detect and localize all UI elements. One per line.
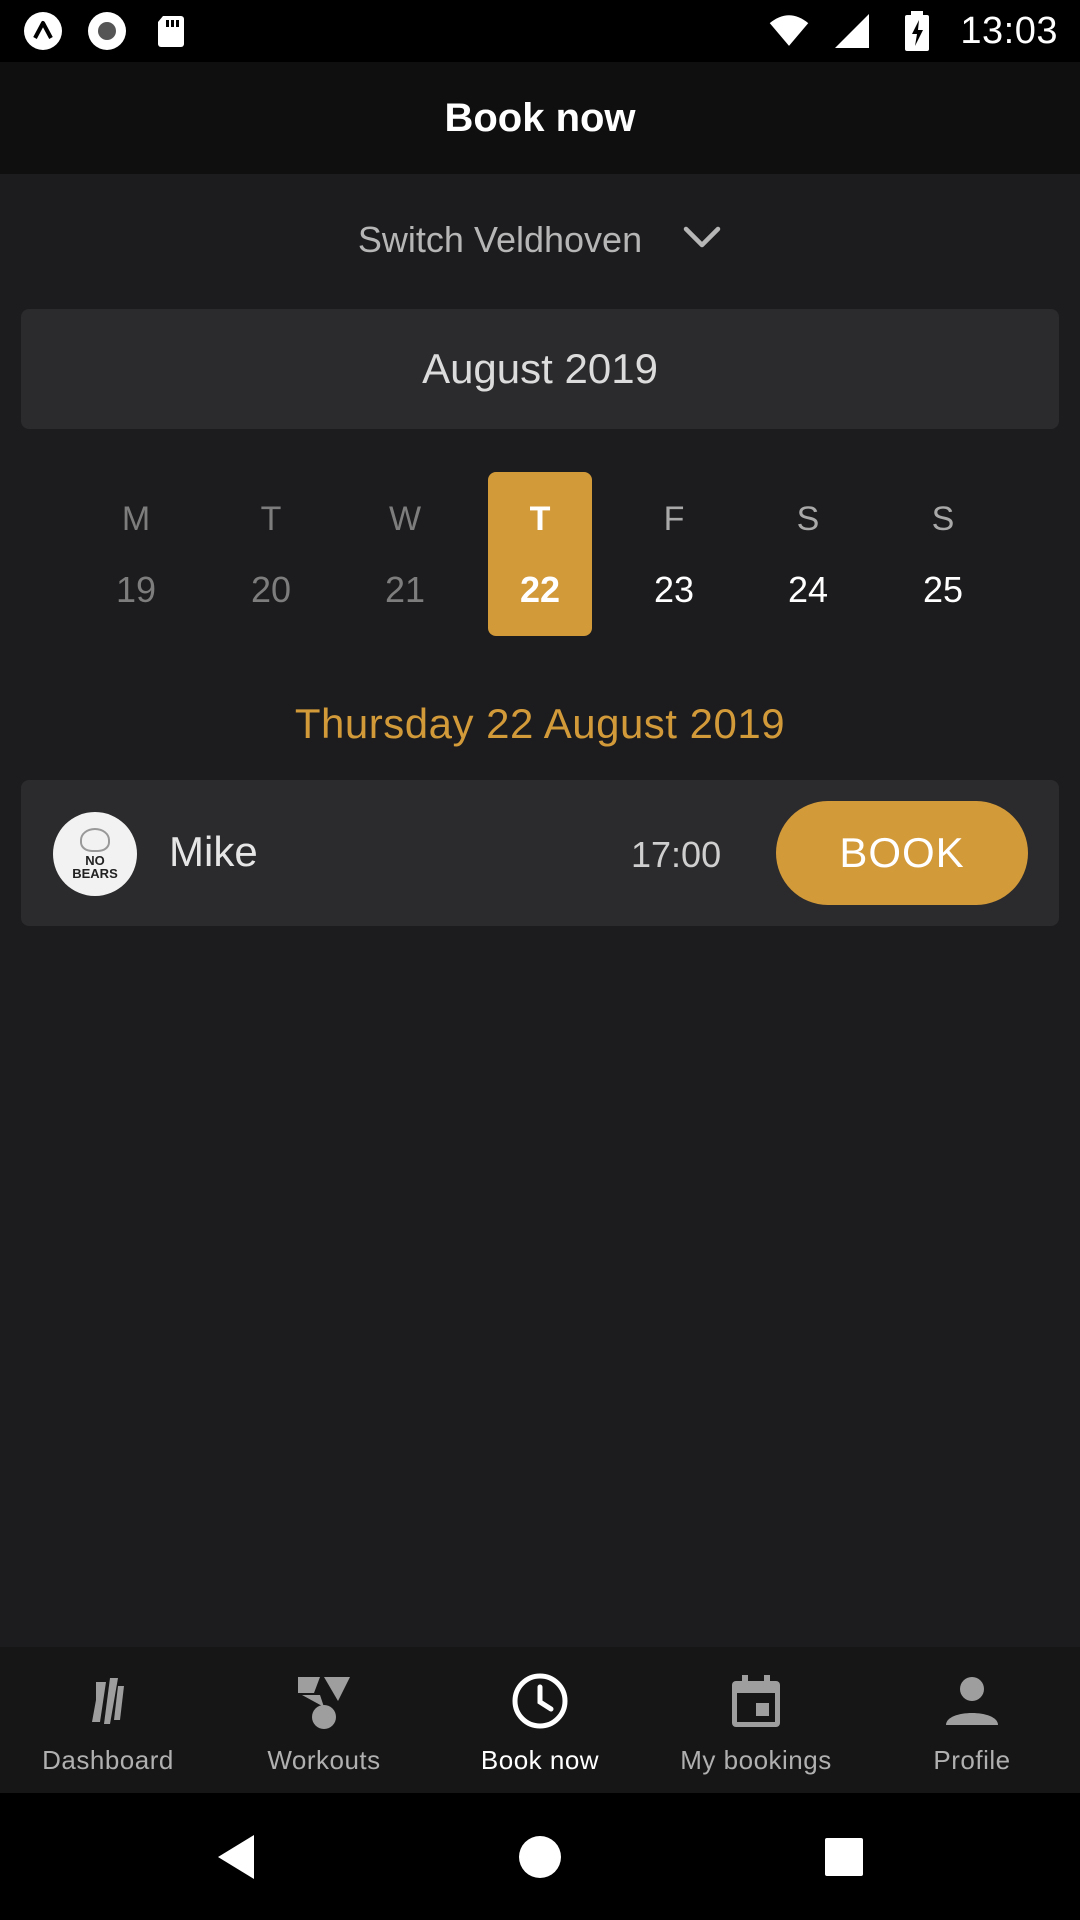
location-label: Switch Veldhoven (357, 219, 643, 260)
weekday-label: T (260, 500, 282, 538)
day-21[interactable]: W 21 (353, 472, 457, 636)
date-number: 25 (922, 569, 964, 610)
location-selector[interactable]: Switch Veldhoven (0, 205, 1080, 275)
chevron-down-icon (682, 225, 722, 256)
home-icon[interactable] (512, 1829, 568, 1885)
clock-icon (508, 1669, 572, 1733)
nav-item-dashboard[interactable]: Dashboard (0, 1647, 216, 1793)
cell-signal-icon (832, 10, 874, 52)
nav-label: Profile (933, 1745, 1011, 1775)
sd-card-icon (150, 10, 192, 52)
avatar-text-line-2: BEARS (72, 866, 118, 881)
weekday-label: F (663, 500, 685, 538)
date-number: 20 (250, 569, 292, 610)
day-19[interactable]: M 19 (84, 472, 188, 636)
record-icon (86, 10, 128, 52)
wifi-icon (768, 10, 810, 52)
selected-date-label: Thursday 22 August 2019 (294, 700, 786, 747)
dashboard-icon (76, 1669, 140, 1733)
app-a-icon (22, 10, 64, 52)
month-header: August 2019 (21, 309, 1059, 429)
weekday-label: S (796, 500, 820, 538)
bear-logo-icon (80, 828, 110, 852)
nav-label: My bookings (680, 1745, 832, 1775)
nav-item-my-bookings[interactable]: My bookings (648, 1647, 864, 1793)
screen: 13:03 Book now Switch Veldhoven August 2… (0, 0, 1080, 1920)
date-number: 22 (519, 569, 561, 610)
recents-icon[interactable] (816, 1829, 872, 1885)
day-22-selected[interactable]: T 22 (488, 472, 592, 636)
nav-item-profile[interactable]: Profile (864, 1647, 1080, 1793)
day-23[interactable]: F 23 (622, 472, 726, 636)
battery-charging-icon (896, 10, 938, 52)
person-icon (940, 1669, 1004, 1733)
page-title: Book now (444, 95, 636, 140)
nav-label: Dashboard (42, 1745, 174, 1775)
date-number: 24 (787, 569, 829, 610)
system-nav-bar (0, 1793, 1080, 1920)
weekday-label: S (931, 500, 955, 538)
date-number: 23 (653, 569, 695, 610)
nav-item-workouts[interactable]: Workouts (216, 1647, 432, 1793)
status-time: 13:03 (960, 9, 1058, 52)
app-bar: Book now (0, 62, 1080, 174)
session-time: 17:00 (631, 834, 722, 875)
week-strip: M 19 T 20 W 21 T 22 F 23 S 24 S 25 (0, 472, 1080, 636)
workouts-icon (292, 1669, 356, 1733)
day-24[interactable]: S 24 (756, 472, 860, 636)
day-20[interactable]: T 20 (219, 472, 323, 636)
weekday-label: W (388, 500, 422, 538)
weekday-label: M (121, 500, 151, 538)
trainer-name: Mike (169, 828, 258, 875)
date-number: 21 (384, 569, 426, 610)
day-25[interactable]: S 25 (891, 472, 995, 636)
status-bar: 13:03 (0, 0, 1080, 62)
month-label: August 2019 (422, 345, 658, 392)
bottom-nav: Dashboard Workouts Book now My bookings … (0, 1647, 1080, 1793)
back-icon[interactable] (208, 1829, 264, 1885)
date-number: 19 (115, 569, 157, 610)
avatar: NO BEARS (53, 812, 137, 896)
book-button[interactable]: BOOK (776, 801, 1028, 905)
nav-item-book-now[interactable]: Book now (432, 1647, 648, 1793)
nav-label: Workouts (267, 1745, 381, 1775)
weekday-label: T (529, 500, 551, 538)
nav-label: Book now (480, 1745, 600, 1775)
status-left-icons (22, 10, 192, 52)
calendar-icon (724, 1669, 788, 1733)
status-right-icons: 13:03 (768, 10, 1058, 53)
session-row: NO BEARS Mike 17:00 BOOK (21, 780, 1059, 926)
